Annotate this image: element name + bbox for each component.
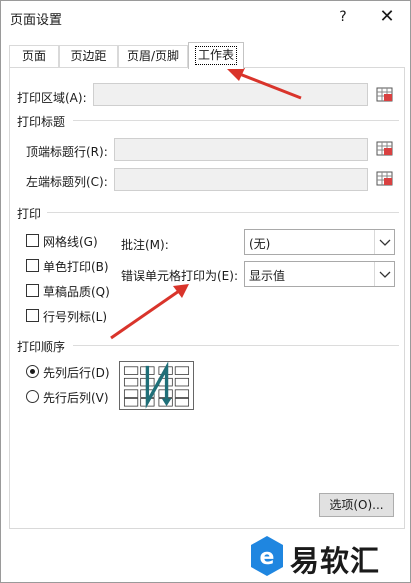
tab-sheet[interactable]: 工作表 <box>188 42 244 69</box>
print-titles-group-label: 打印标题 <box>17 115 66 129</box>
row-col-headings-label: 行号列标(L) <box>43 310 108 324</box>
close-button[interactable]: ✕ <box>367 3 407 31</box>
comments-select[interactable]: (无) <box>244 229 395 255</box>
e-logo-icon: e <box>251 536 283 576</box>
options-button[interactable]: 选项(O)... <box>319 493 394 517</box>
page-order-diagram <box>119 361 194 410</box>
group-divider <box>73 345 399 346</box>
cols-to-repeat-label: 左端标题列(C): <box>26 175 108 189</box>
watermark: e 易软汇 <box>248 534 408 580</box>
print-group-label: 打印 <box>17 207 42 221</box>
title-bar: 页面设置 ? ✕ <box>1 1 410 33</box>
rows-to-repeat-input[interactable] <box>114 138 368 161</box>
cell-errors-value: 显示值 <box>249 269 286 283</box>
chevron-down-icon <box>374 230 394 254</box>
print-area-label: 打印区域(A): <box>17 91 87 105</box>
tab-page[interactable]: 页面 <box>9 45 59 68</box>
rows-to-repeat-label: 顶端标题行(R): <box>26 145 108 159</box>
chevron-down-icon <box>374 262 394 286</box>
down-then-over-label: 先列后行(D) <box>43 366 110 380</box>
svg-text:e: e <box>260 545 275 570</box>
comments-label: 批注(M): <box>121 238 169 252</box>
black-white-checkbox[interactable] <box>26 259 39 272</box>
tab-margins[interactable]: 页边距 <box>59 45 118 68</box>
cell-errors-select[interactable]: 显示值 <box>244 261 395 287</box>
over-then-down-label: 先行后列(V) <box>43 391 109 405</box>
tab-header-footer[interactable]: 页眉/页脚 <box>118 45 188 68</box>
draft-quality-checkbox[interactable] <box>26 284 39 297</box>
draft-quality-label: 草稿品质(Q) <box>43 285 110 299</box>
gridlines-label: 网格线(G) <box>43 235 98 249</box>
cols-to-repeat-input[interactable] <box>114 168 368 191</box>
collapse-dialog-icon[interactable] <box>375 139 395 159</box>
comments-value: (无) <box>249 237 271 251</box>
group-divider <box>73 120 399 121</box>
over-then-down-radio[interactable] <box>26 390 39 403</box>
print-area-input[interactable] <box>93 83 368 106</box>
page-setup-dialog: 页面设置 ? ✕ 页面 页边距 页眉/页脚 工作表 打印区域(A): 打印标题 … <box>0 0 411 583</box>
watermark-text: 易软汇 <box>290 544 381 578</box>
page-order-group-label: 打印顺序 <box>17 340 66 354</box>
group-divider <box>47 212 399 213</box>
gridlines-checkbox[interactable] <box>26 234 39 247</box>
collapse-dialog-icon[interactable] <box>375 169 395 189</box>
dialog-title: 页面设置 <box>10 13 63 28</box>
cell-errors-label: 错误单元格打印为(E): <box>121 269 238 283</box>
row-col-headings-checkbox[interactable] <box>26 309 39 322</box>
collapse-dialog-icon[interactable] <box>375 85 395 105</box>
down-then-over-radio[interactable] <box>26 365 39 378</box>
help-button[interactable]: ? <box>323 3 363 31</box>
black-white-label: 单色打印(B) <box>43 260 109 274</box>
